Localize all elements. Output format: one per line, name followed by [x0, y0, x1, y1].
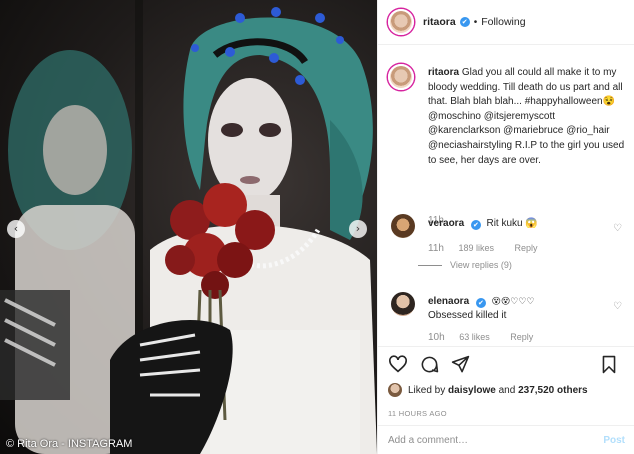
comment-input[interactable]: [388, 434, 604, 446]
action-bar: [378, 347, 634, 381]
reply-button[interactable]: Reply: [515, 243, 538, 253]
caption-username[interactable]: ritaora: [428, 67, 459, 78]
commenter-username[interactable]: veraora: [428, 218, 464, 229]
comment-likes-count[interactable]: 189 likes: [458, 243, 494, 253]
comment-timestamp: 10h: [428, 332, 445, 343]
post-sidebar: ritaora ✔ • Following ritaora Glad you a…: [377, 0, 634, 454]
view-replies-label[interactable]: View replies (9): [450, 260, 512, 270]
comment-text-block: elenaora ✔ 😵😵♡♡♡ Obsessed killed it: [428, 295, 608, 323]
comments-section[interactable]: ritaora Glad you all could all make it t…: [378, 46, 634, 346]
liked-by-username[interactable]: daisylowe: [448, 385, 496, 396]
commenter-avatar[interactable]: [391, 214, 415, 238]
post-actions-section: Liked by daisylowe and 237,520 others 11…: [378, 346, 634, 418]
author-avatar[interactable]: [388, 9, 414, 35]
post-header: ritaora ✔ • Following: [378, 0, 634, 45]
reply-button[interactable]: Reply: [510, 332, 533, 342]
liked-by-prefix: Liked by: [408, 384, 446, 396]
post-photo[interactable]: ‹ › © Rita Ora - INSTAGRAM: [0, 0, 377, 454]
add-comment-bar: Post: [378, 425, 634, 454]
comment-emojis: 😵😵♡♡♡: [491, 297, 535, 307]
like-comment-heart-icon[interactable]: ♡: [613, 223, 622, 234]
liked-by-and: and: [498, 384, 516, 396]
share-icon[interactable]: [451, 355, 470, 374]
view-replies-link[interactable]: View replies (9): [418, 260, 512, 270]
following-button[interactable]: Following: [481, 16, 525, 28]
previous-photo-button[interactable]: ‹: [7, 220, 25, 238]
next-photo-button[interactable]: ›: [349, 220, 367, 238]
comment-body: Rit kuku 😱: [486, 218, 538, 229]
comment-text-block: veraora ✔ Rit kuku 😱: [428, 217, 608, 231]
comment-likes-count[interactable]: 63 likes: [459, 332, 490, 342]
like-heart-icon[interactable]: [388, 355, 408, 373]
verified-badge-icon: ✔: [475, 298, 486, 308]
liked-by-line: Liked by daisylowe and 237,520 others: [388, 383, 588, 397]
commenter-username[interactable]: elenaora: [428, 296, 469, 307]
comment-body: Obsessed killed it: [428, 310, 507, 321]
author-username[interactable]: ritaora: [423, 16, 456, 28]
photo-credit: © Rita Ora - INSTAGRAM: [6, 438, 133, 450]
verified-badge-icon: ✔: [470, 220, 481, 230]
likes-count-link[interactable]: 237,520 others: [518, 385, 588, 396]
comment-timestamp: 11h: [428, 243, 444, 254]
photo-illustration: [0, 0, 377, 454]
caption-author-avatar[interactable]: [388, 64, 414, 90]
post-comment-button[interactable]: Post: [603, 435, 625, 446]
caption-text-block: ritaora Glad you all could all make it t…: [428, 66, 628, 168]
comment-meta: 11h 189 likes Reply: [428, 243, 556, 254]
verified-badge-icon: ✔: [459, 17, 470, 27]
like-comment-heart-icon[interactable]: ♡: [613, 301, 622, 312]
liker-avatar[interactable]: [388, 383, 402, 397]
commenter-avatar[interactable]: [391, 292, 415, 316]
post-timestamp[interactable]: 11 HOURS AGO: [388, 409, 447, 418]
save-bookmark-icon[interactable]: [601, 355, 617, 374]
comment-bubble-icon[interactable]: [420, 355, 439, 374]
caption-body: Glad you all could all make it to my blo…: [428, 67, 625, 166]
view-replies-divider: [418, 264, 442, 266]
comment-meta: 10h 63 likes Reply: [428, 332, 551, 343]
header-separator: •: [473, 16, 478, 28]
